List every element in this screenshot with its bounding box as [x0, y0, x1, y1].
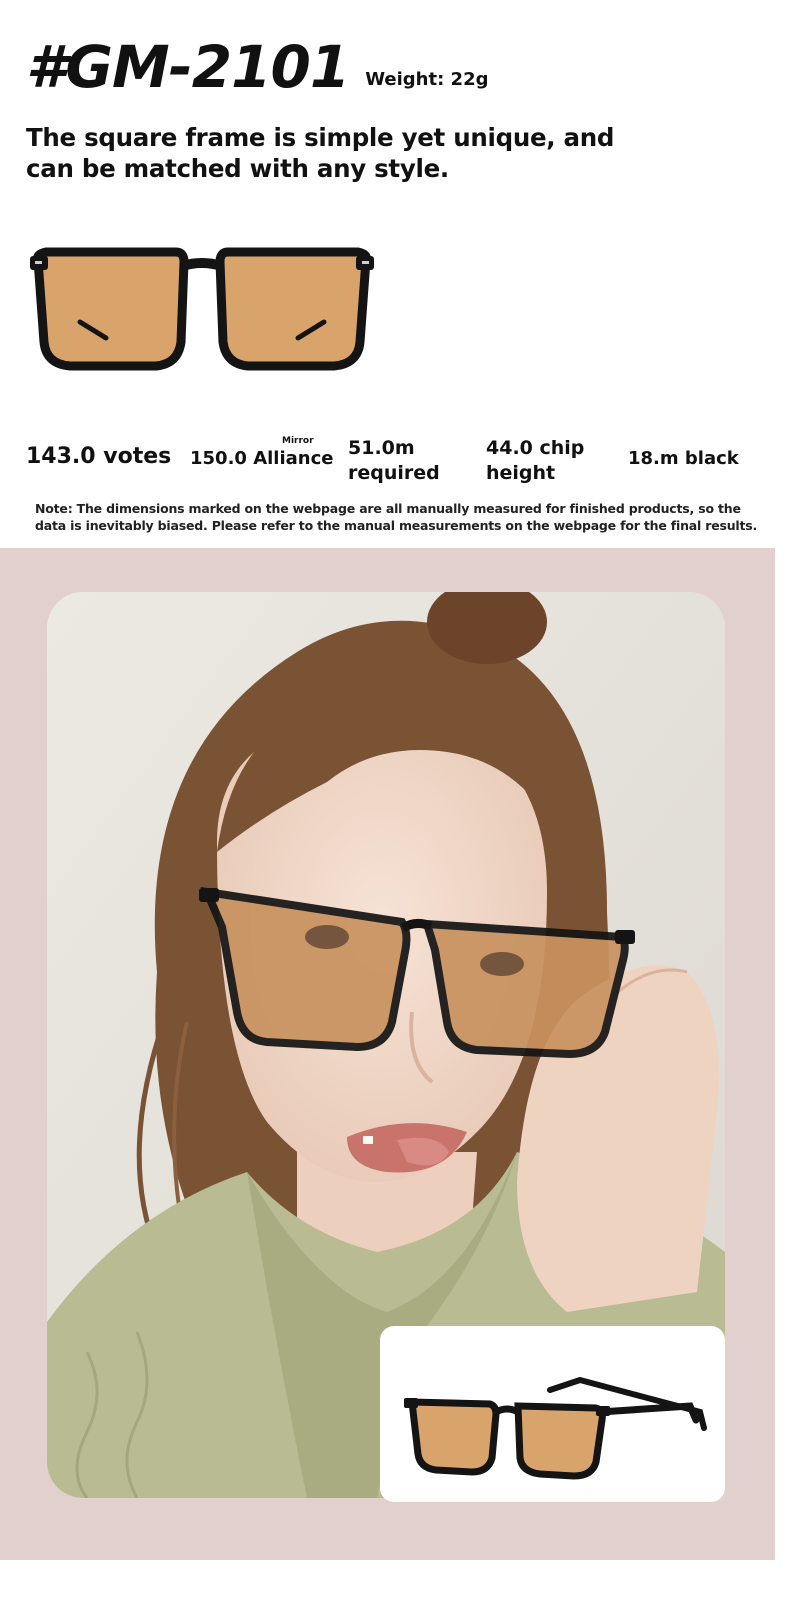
measurement-note: Note: The dimensions marked on the webpa… [35, 501, 758, 533]
sunglasses-side-image [404, 1376, 707, 1480]
spec-votes: 143.0 votes [26, 444, 172, 469]
spec-chip-height: 44.0 chip height [486, 436, 584, 486]
spec-chip-value: 44.0 chip [486, 437, 585, 459]
weight-label: Weight: 22g [365, 69, 489, 90]
spec-required: 51.0m required [348, 436, 440, 486]
spec-black: 18.m black [628, 448, 739, 469]
specs-row: 143.0 votes 150.0 Alliance Mirror 51.0m … [26, 436, 766, 496]
spec-mirror-caption: Mirror [282, 436, 314, 446]
spec-required-value: 51.0m [348, 437, 415, 459]
model-number: #GM-2101 [26, 33, 350, 101]
sunglasses-front-image [30, 247, 374, 371]
spec-alliance: 150.0 Alliance [190, 448, 334, 469]
product-header: #GM-2101 Weight: 22g The square frame is… [0, 0, 790, 560]
spec-chip-label: height [486, 462, 556, 484]
product-inset-card [380, 1326, 725, 1502]
title-row: #GM-2101 Weight: 22g [26, 38, 488, 96]
product-tagline: The square frame is simple yet unique, a… [26, 123, 615, 183]
spec-required-label: required [348, 462, 440, 484]
